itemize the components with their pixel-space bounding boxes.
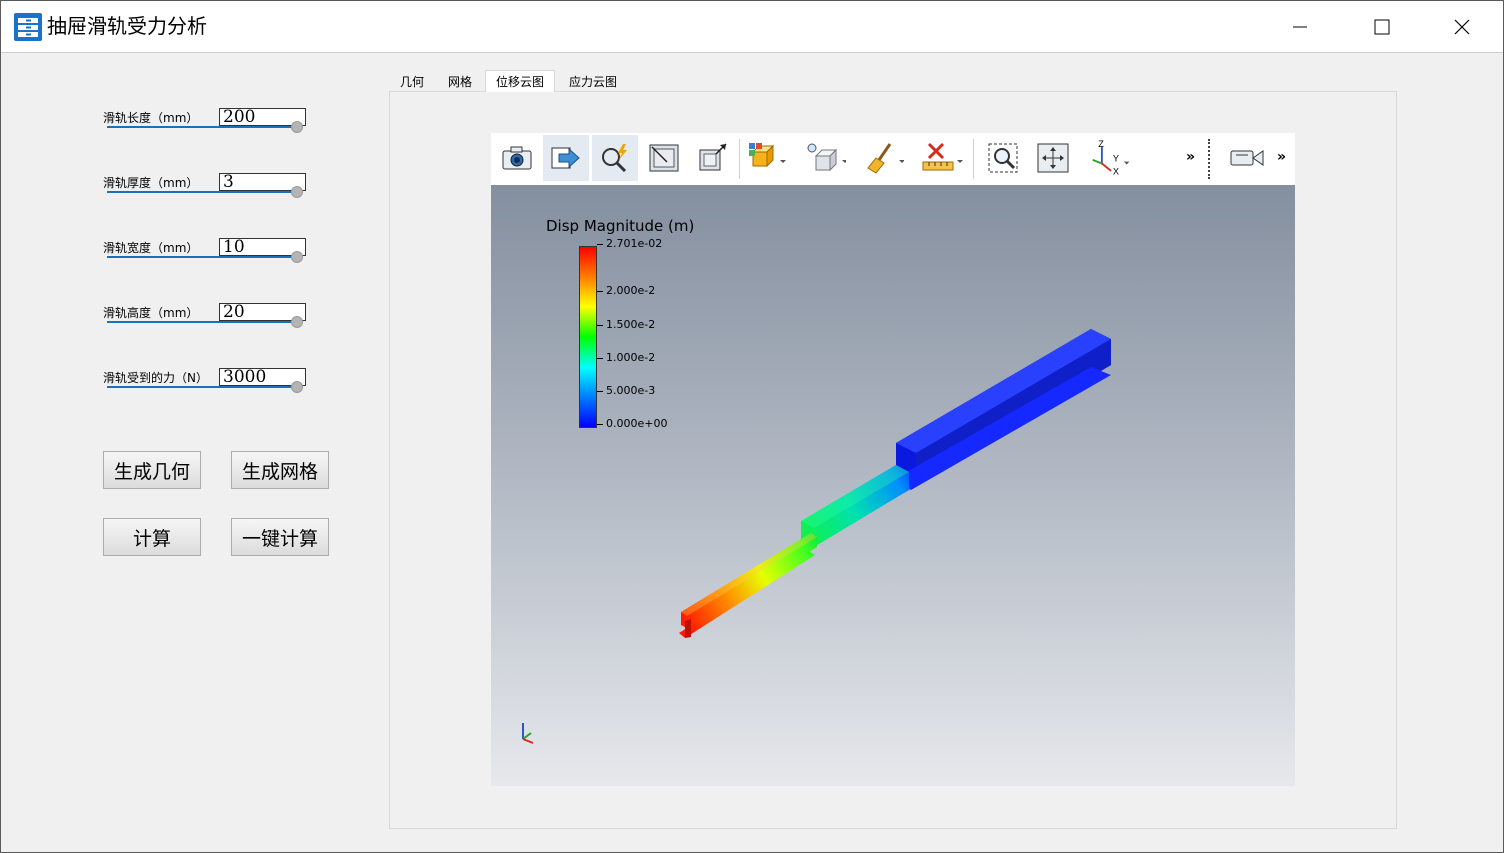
lighting-button[interactable] <box>803 135 849 181</box>
camera-icon <box>502 146 532 170</box>
axes-orientation-icon: Z Y X <box>1092 139 1130 177</box>
param-label: 滑轨长度（mm） <box>103 111 199 125</box>
clear-icon <box>867 143 904 174</box>
reset-box-icon <box>649 144 679 172</box>
zoom-to-box-button[interactable] <box>981 135 1027 181</box>
one-click-compute-button[interactable]: 一键计算 <box>231 518 329 556</box>
representation-icon <box>749 143 786 168</box>
viewer-toolbar: Z Y X » » <box>491 133 1295 185</box>
length-slider[interactable] <box>107 126 297 128</box>
interactive-select-icon <box>602 144 627 172</box>
screenshot-box-button[interactable] <box>690 135 736 181</box>
tab-mesh[interactable]: 网格 <box>438 71 482 91</box>
minimize-icon <box>1293 26 1307 27</box>
interactive-select-button[interactable] <box>592 135 638 181</box>
zoom-to-box-icon <box>988 143 1018 173</box>
toolbar-overflow-button-2[interactable]: » <box>1277 149 1286 165</box>
deformed-rail-model <box>679 329 1111 638</box>
legend-tick: 1.000e-2 <box>597 352 655 364</box>
param-label: 滑轨受到的力（N） <box>103 371 208 385</box>
legend-tick: 2.701e-02 <box>597 238 662 250</box>
axis-y-label: Y <box>1113 154 1119 164</box>
compute-button[interactable]: 计算 <box>103 518 201 556</box>
legend-tick: 5.000e-3 <box>597 385 655 397</box>
param-label: 滑轨厚度（mm） <box>103 176 199 190</box>
maximize-icon <box>1374 19 1390 34</box>
ruler-icon <box>922 142 963 171</box>
close-icon <box>1454 19 1470 34</box>
export-icon <box>551 147 580 169</box>
param-label: 滑轨高度（mm） <box>103 306 199 320</box>
representation-button[interactable] <box>744 135 790 181</box>
lighting-icon <box>807 143 846 172</box>
tab-geometry[interactable]: 几何 <box>390 71 434 91</box>
toolbar-handle <box>1208 139 1212 179</box>
maximize-button[interactable] <box>1342 1 1422 52</box>
screenshot-box-icon <box>699 143 727 171</box>
reset-box-button[interactable] <box>641 135 687 181</box>
toolbar-separator <box>973 139 974 179</box>
thickness-slider[interactable] <box>107 191 297 193</box>
camera-button[interactable] <box>494 135 540 181</box>
video-camera-icon <box>1230 150 1264 166</box>
toolbar-overflow-button[interactable]: » <box>1186 149 1195 165</box>
close-button[interactable] <box>1422 1 1502 52</box>
render-viewport[interactable]: Disp Magnitude (m) 2.701e-02 2.000e-2 1.… <box>491 185 1295 786</box>
export-button[interactable] <box>543 135 589 181</box>
window-title: 抽屉滑轨受力分析 <box>47 14 207 38</box>
legend-title: Disp Magnitude (m) <box>546 217 695 235</box>
height-slider-handle[interactable] <box>291 316 303 328</box>
legend-tick: 0.000e+00 <box>597 418 667 430</box>
force-slider[interactable] <box>107 386 297 388</box>
tab-displacement[interactable]: 位移云图 <box>485 70 556 92</box>
color-bar <box>579 246 597 428</box>
ruler-button[interactable] <box>919 135 965 181</box>
height-slider[interactable] <box>107 321 297 323</box>
reset-camera-icon <box>1037 143 1069 173</box>
reset-camera-button[interactable] <box>1030 135 1076 181</box>
generate-mesh-button[interactable]: 生成网格 <box>231 451 329 489</box>
legend-tick: 1.500e-2 <box>597 319 655 331</box>
param-label: 滑轨宽度（mm） <box>103 241 199 255</box>
app-icon <box>14 13 42 41</box>
force-slider-handle[interactable] <box>291 381 303 393</box>
axes-orientation-button[interactable]: Z Y X <box>1089 135 1135 181</box>
generate-geometry-button[interactable]: 生成几何 <box>103 451 201 489</box>
minimize-button[interactable] <box>1260 1 1340 52</box>
clear-button[interactable] <box>861 135 907 181</box>
axis-z-label: Z <box>1098 139 1104 149</box>
width-slider-handle[interactable] <box>291 251 303 263</box>
length-slider-handle[interactable] <box>291 121 303 133</box>
thickness-slider-handle[interactable] <box>291 186 303 198</box>
legend-tick: 2.000e-2 <box>597 285 655 297</box>
toolbar-separator <box>739 139 740 179</box>
tab-stress[interactable]: 应力云图 <box>559 71 627 91</box>
axis-x-label: X <box>1113 167 1119 177</box>
orientation-axes-icon <box>522 723 534 744</box>
camera-settings-button[interactable] <box>1224 135 1270 181</box>
width-slider[interactable] <box>107 256 297 258</box>
